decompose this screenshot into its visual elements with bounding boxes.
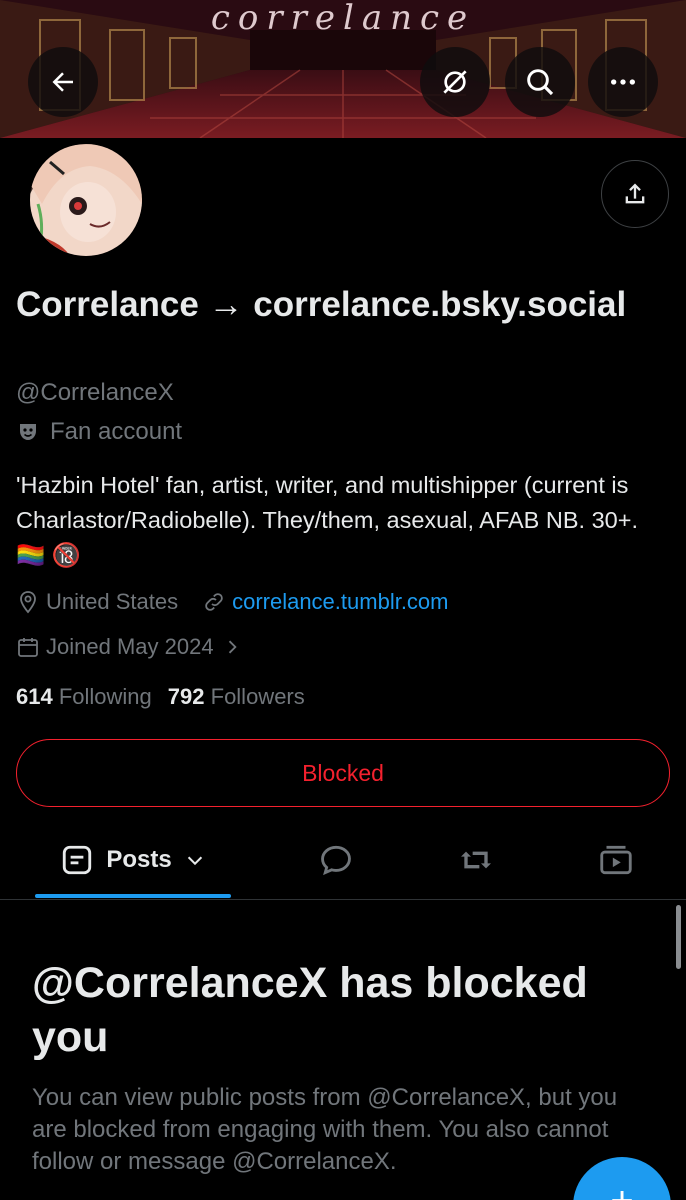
following-label: Following [58,684,152,709]
media-icon [600,845,632,875]
blocked-notice-title: @CorrelanceX has blocked you [32,959,588,1061]
blocked-button[interactable]: Blocked [16,739,670,807]
profile-bio: 'Hazbin Hotel' fan, artist, writer, and … [16,472,638,568]
chevron-down-icon [187,856,202,866]
search-button[interactable] [505,47,575,117]
profile-category-label: Fan account [50,418,183,445]
followers-count: 792 [167,684,205,709]
tab-posts-label: Posts [106,846,172,873]
location-pin-icon [20,591,36,614]
tab-reposts[interactable] [440,820,512,900]
share-button[interactable] [601,160,669,228]
tab-posts[interactable]: Posts [35,820,231,900]
share-icon [625,183,645,204]
location-text: United States [46,589,179,614]
blocked-notice-description: You can view public posts from @Correlan… [32,1084,618,1175]
followers-link[interactable]: 792 Followers [168,684,305,710]
display-name: Correlance → correlance.bsky.social [16,285,627,324]
hide-reposts-button[interactable] [420,47,490,117]
following-count: 614 [16,684,53,709]
theater-mask-icon [20,424,36,440]
joined-row: Joined May 2024 [16,634,242,660]
back-button[interactable] [28,47,98,117]
profile-category: Fan account [16,418,182,446]
compose-icon: + [573,1179,671,1200]
avatar[interactable] [26,140,146,260]
username-handle: @CorrelanceX [16,379,174,406]
link-icon [205,593,223,611]
followers-label: Followers [210,684,305,709]
profile-banner[interactable]: correlance [0,0,686,138]
tab-replies[interactable] [300,820,372,900]
profile-meta-row: United States correlance.tumblr.com [16,589,449,615]
avatar-image [30,144,142,256]
profile-tabs: Posts [0,820,686,900]
chevron-right-icon[interactable] [222,637,242,657]
calendar-icon [18,638,38,657]
following-link[interactable]: 614 Following [16,684,152,710]
hide-reposts-icon [443,70,467,94]
search-icon [527,69,554,96]
active-tab-indicator [35,894,231,898]
back-arrow-icon [52,72,73,92]
replies-icon [321,845,351,876]
website-link[interactable]: correlance.tumblr.com [232,589,448,615]
follow-counts: 614 Following 792 Followers [16,684,305,710]
scrollbar[interactable] [676,905,681,969]
tab-media[interactable] [580,820,652,900]
more-options-button[interactable] [588,47,658,117]
more-icon [611,79,635,85]
banner-title-text: correlance [210,0,476,38]
posts-icon [63,845,92,875]
repost-icon [461,851,491,869]
joined-date: Joined May 2024 [46,634,214,659]
